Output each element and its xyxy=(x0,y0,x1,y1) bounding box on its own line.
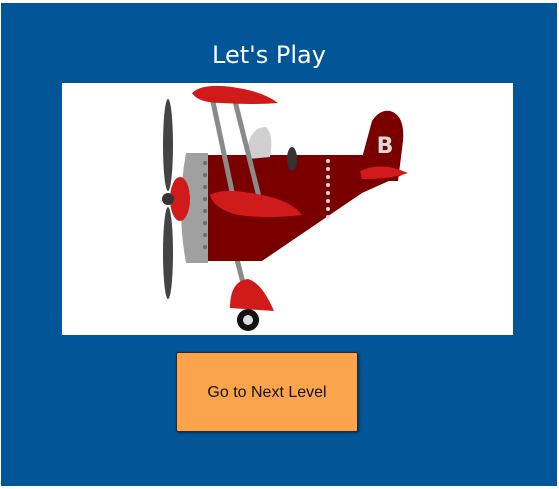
propeller-hub xyxy=(162,193,174,205)
app-frame: Let's Play B Go to Next Level xyxy=(0,0,559,489)
propeller-blade-top xyxy=(163,99,173,191)
page-title: Let's Play xyxy=(212,41,326,69)
game-panel: Let's Play B Go to Next Level xyxy=(1,3,557,486)
next-level-button[interactable]: Go to Next Level xyxy=(176,352,358,432)
biplane-image: B xyxy=(62,83,513,335)
wheel-fairing xyxy=(230,279,274,311)
biplane-illustration: B xyxy=(162,85,408,331)
propeller-blade-bottom xyxy=(163,207,173,299)
pilot xyxy=(248,127,272,159)
top-wing xyxy=(192,85,278,104)
windshield xyxy=(287,147,297,171)
landing-wheel-hub xyxy=(243,315,253,325)
tail-letter: B xyxy=(377,134,394,159)
